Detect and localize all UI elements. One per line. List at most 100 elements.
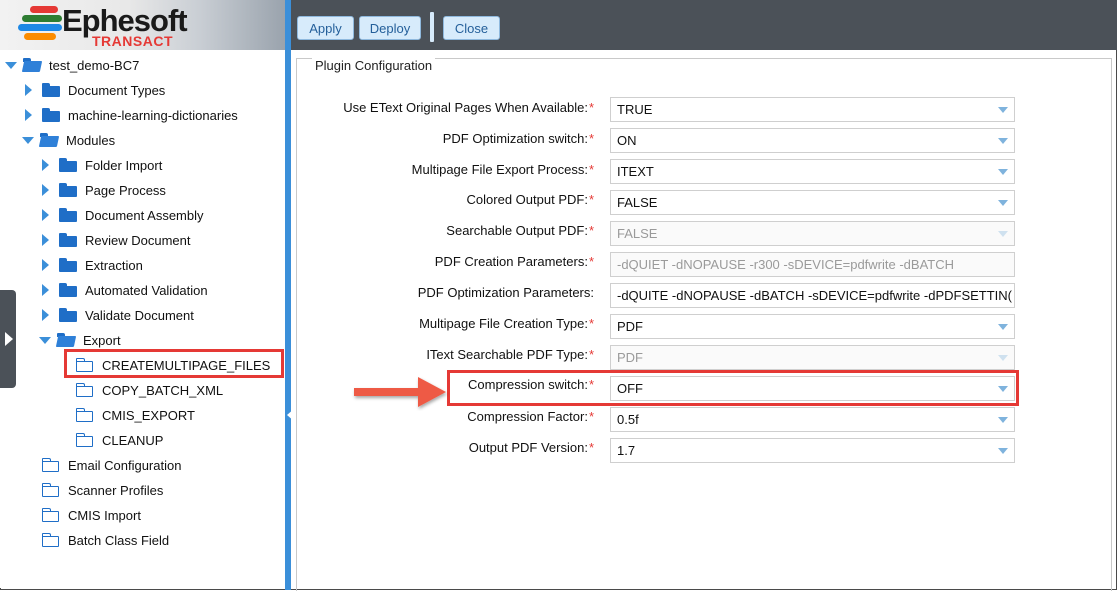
tree-item-label: Document Assembly [85, 207, 204, 223]
folder-icon [42, 108, 60, 122]
folder-outline-icon [76, 433, 94, 447]
tree-item-review-document[interactable]: Review Document [42, 228, 191, 252]
chevron-down-icon [998, 169, 1008, 175]
folder-outline-icon [42, 533, 60, 547]
apply-button[interactable]: Apply [297, 16, 354, 40]
chevron-down-icon [998, 324, 1008, 330]
tree-item-label: Automated Validation [85, 282, 208, 298]
tree-item-modules[interactable]: Modules [22, 128, 115, 152]
select-colored-output-pdf[interactable]: FALSE [610, 190, 1015, 215]
chevron-right-icon[interactable] [42, 284, 49, 296]
select-use-etext[interactable]: TRUE [610, 97, 1015, 122]
tree-item-label: Batch Class Field [68, 532, 170, 548]
chevron-right-icon[interactable] [42, 184, 49, 196]
label-compression-factor: Compression Factor:* [467, 409, 594, 424]
tree-item-label: Scanner Profiles [68, 482, 164, 498]
chevron-right-icon[interactable] [42, 159, 49, 171]
select-multipage-creation-type[interactable]: PDF [610, 314, 1015, 339]
fieldset-legend: Plugin Configuration [312, 58, 436, 73]
chevron-right-icon[interactable] [42, 234, 49, 246]
tree-item-label: test_demo-BC7 [49, 57, 140, 73]
tree-item-document-types[interactable]: Document Types [25, 78, 165, 102]
folder-icon [59, 158, 77, 172]
batch-class-tree: test_demo-BC7 Document Types machine-lea… [0, 50, 285, 588]
select-output-pdf-version[interactable]: 1.7 [610, 438, 1015, 463]
arrow-right-icon [354, 377, 446, 407]
folder-outline-icon [42, 508, 60, 522]
folder-outline-icon [76, 383, 94, 397]
tree-item-root[interactable]: test_demo-BC7 [5, 53, 139, 77]
toolbar: Apply Deploy Close [291, 0, 1117, 50]
compression-switch-highlight [447, 370, 1019, 406]
select-compression-factor[interactable]: 0.5f [610, 407, 1015, 432]
chevron-down-icon [998, 107, 1008, 113]
chevron-right-icon[interactable] [42, 309, 49, 321]
chevron-down-icon [998, 417, 1008, 423]
tree-item-cmis-import[interactable]: CMIS Import [42, 503, 141, 527]
tree-item-label: Validate Document [85, 307, 194, 323]
tree-item-label: Email Configuration [68, 457, 182, 473]
plugin-configuration-panel: Plugin Configuration Use EText Original … [291, 50, 1115, 591]
folder-outline-icon [76, 408, 94, 422]
folder-icon [59, 258, 77, 272]
label-output-pdf-version: Output PDF Version:* [468, 440, 594, 455]
logo-subtitle: TRANSACT [92, 33, 173, 49]
label-multipage-creation-type: Multipage File Creation Type:* [419, 316, 594, 331]
close-button[interactable]: Close [443, 16, 500, 40]
chevron-down-icon[interactable] [39, 336, 51, 344]
tree-item-document-assembly[interactable]: Document Assembly [42, 203, 204, 227]
input-pdf-optimization-parameters[interactable]: -dQUITE -dNOPAUSE -dBATCH -sDEVICE=pdfwr… [610, 283, 1015, 308]
folder-icon [59, 308, 77, 322]
selected-node-highlight [64, 349, 284, 378]
folder-icon [42, 83, 60, 97]
tree-item-scanner-profiles[interactable]: Scanner Profiles [42, 478, 163, 502]
folder-open-icon [40, 133, 58, 147]
tree-item-validate-document[interactable]: Validate Document [42, 303, 194, 327]
tree-item-cleanup[interactable]: CLEANUP [76, 428, 163, 452]
tree-item-label: Folder Import [85, 157, 163, 173]
chevron-down-icon [998, 355, 1008, 361]
chevron-right-icon[interactable] [42, 209, 49, 221]
tree-item-folder-import[interactable]: Folder Import [42, 153, 162, 177]
folder-outline-icon [42, 458, 60, 472]
folder-open-icon [57, 333, 75, 347]
label-multipage-export-process: Multipage File Export Process:* [411, 162, 594, 177]
folder-icon [59, 183, 77, 197]
tree-item-label: Modules [66, 132, 116, 148]
folder-icon [59, 283, 77, 297]
folder-icon [59, 233, 77, 247]
tree-item-label: Export [83, 332, 121, 348]
folder-outline-icon [42, 483, 60, 497]
chevron-down-icon[interactable] [22, 136, 34, 144]
chevron-down-icon [998, 138, 1008, 144]
tree-item-label: COPY_BATCH_XML [102, 382, 224, 398]
select-multipage-export-process[interactable]: ITEXT [610, 159, 1015, 184]
expand-panel-handle[interactable] [0, 290, 16, 388]
tree-item-email-configuration[interactable]: Email Configuration [42, 453, 181, 477]
tree-item-label: Review Document [85, 232, 191, 248]
tree-item-cmis-export[interactable]: CMIS_EXPORT [76, 403, 195, 427]
tree-item-batch-class-field[interactable]: Batch Class Field [42, 528, 169, 552]
tree-item-copy-batch-xml[interactable]: COPY_BATCH_XML [76, 378, 223, 402]
chevron-right-icon[interactable] [25, 109, 32, 121]
tree-item-page-process[interactable]: Page Process [42, 178, 166, 202]
chevron-right-icon[interactable] [42, 259, 49, 271]
chevron-down-icon [998, 200, 1008, 206]
tree-item-label: Document Types [68, 82, 166, 98]
tree-item-label: CMIS_EXPORT [102, 407, 195, 423]
tree-item-label: CLEANUP [102, 432, 164, 448]
label-itext-searchable-pdf-type: IText Searchable PDF Type:* [426, 347, 594, 362]
label-pdf-optimization-parameters: PDF Optimization Parameters: [417, 285, 594, 300]
tree-item-ml-dictionaries[interactable]: machine-learning-dictionaries [25, 103, 238, 127]
select-pdf-optimization-switch[interactable]: ON [610, 128, 1015, 153]
tree-item-extraction[interactable]: Extraction [42, 253, 143, 277]
folder-open-icon [23, 58, 41, 72]
chevron-down-icon [998, 448, 1008, 454]
tree-item-automated-validation[interactable]: Automated Validation [42, 278, 208, 302]
label-colored-output-pdf: Colored Output PDF:* [466, 192, 594, 207]
tree-item-label: Extraction [85, 257, 143, 273]
deploy-button[interactable]: Deploy [359, 16, 421, 40]
chevron-right-icon[interactable] [25, 84, 32, 96]
logo-area: Ephesoft TRANSACT [0, 0, 285, 50]
chevron-down-icon[interactable] [5, 61, 17, 69]
